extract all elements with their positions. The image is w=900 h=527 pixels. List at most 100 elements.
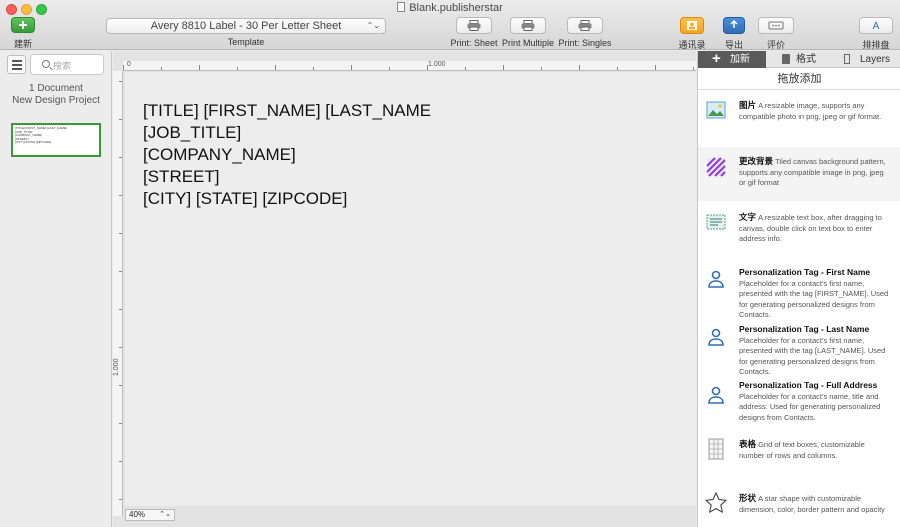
ruler-number: 1.000 [113, 358, 120, 376]
ruler-tick [119, 309, 122, 310]
review-button[interactable]: 评价 [755, 17, 797, 51]
item-title: Personalization Tag - Full Address [739, 380, 878, 390]
tab-add-label: 加新 [730, 54, 750, 65]
ruler-tick [655, 65, 656, 70]
list-item-grid[interactable]: 表格 Grid of text boxes, customizable numb… [698, 433, 900, 481]
ruler-tick [617, 67, 618, 70]
ruler-tick [465, 67, 466, 70]
ruler-tick [541, 67, 542, 70]
person-icon [706, 385, 726, 405]
thumbnail-line: [CITY] [STATE] [ZIPCODE] [15, 140, 52, 144]
window-title: Blank.publisherstar [0, 2, 900, 14]
tab-format-label: 格式 [796, 54, 816, 65]
print-sheet-label: Print: Sheet [450, 38, 498, 48]
list-item-full-address-tag[interactable]: Personalization Tag - Full Address Placeh… [698, 375, 900, 429]
ruler-tick [119, 347, 122, 348]
ruler-tick [119, 81, 122, 82]
fonts-label: 排排盘 [862, 40, 890, 50]
ruler-number: 1.000 [428, 61, 446, 68]
list-item-shape[interactable]: 形状 A star shape with customizable dimens… [698, 485, 900, 527]
item-desc: Grid of text boxes, customizable number … [739, 440, 865, 460]
tab-format[interactable]: 格式 [768, 51, 834, 68]
item-desc: Placeholder for a contact's name, title … [739, 391, 881, 422]
label-page[interactable]: [TITLE] [FIRST_NAME] [LAST_NAME [JOB_TIT… [125, 72, 696, 506]
tab-add[interactable]: + 加新 [698, 50, 766, 68]
document-count-label: 1 Document [29, 83, 83, 94]
item-desc: A star shape with customizable dimension… [739, 494, 885, 514]
ruler-tick [119, 195, 122, 196]
ruler-tick [119, 423, 122, 424]
item-desc: A resizable image, supports any compatib… [739, 101, 882, 121]
ruler-tick [351, 65, 352, 70]
ruler-top: 0 1.000 [123, 61, 696, 71]
ruler-number: 0 [127, 61, 131, 68]
chevron-updown-icon: ⌃⌄ [366, 21, 380, 30]
label-text-box[interactable]: [TITLE] [FIRST_NAME] [LAST_NAME [JOB_TIT… [143, 100, 431, 210]
person-icon [706, 269, 726, 289]
text-box-icon [706, 213, 726, 233]
fonts-button[interactable]: A 排排盘 [856, 17, 896, 51]
document-count: 1 Document New Design Project [0, 83, 112, 107]
ruler-tick [275, 65, 276, 70]
template-select[interactable]: Avery 8810 Label - 30 Per Letter Sheet ⌃… [106, 18, 386, 34]
list-item-last-name-tag[interactable]: Personalization Tag - Last Name Placehold… [698, 317, 900, 376]
list-item-image[interactable]: 图片 A resizable image, supports any compa… [698, 93, 900, 145]
printer-icon [567, 17, 603, 34]
item-title: 文字 [739, 212, 757, 222]
canvas-area[interactable]: 0 1.000 1.000 [TITLE] [FIRST_NAME] [LAST… [113, 51, 696, 527]
printer-icon [510, 17, 546, 34]
person-icon [706, 327, 726, 347]
plus-icon [11, 17, 35, 33]
sidebar: 搜索 1 Document New Design Project [TITLE]… [0, 51, 112, 527]
contacts-button[interactable]: 通讯录 [672, 17, 712, 51]
label-line-company: [COMPANY_NAME] [143, 145, 296, 164]
project-name: New Design Project [12, 95, 100, 106]
item-title: 形状 [739, 493, 757, 503]
print-multiple-button[interactable]: Print Multiple [500, 17, 556, 48]
search-placeholder: 搜索 [53, 61, 72, 71]
zoom-select[interactable]: 40% ⌃⌄ [125, 509, 175, 521]
document-icon [397, 2, 406, 12]
search-icon [42, 60, 50, 68]
search-input[interactable]: 搜索 [30, 54, 104, 75]
ruler-tick [389, 67, 390, 70]
ruler-tick [199, 65, 200, 70]
item-title: 更改背景 [739, 156, 774, 166]
chevron-updown-icon: ⌃⌄ [159, 511, 171, 518]
review-icon [758, 17, 794, 34]
menu-icon[interactable] [7, 55, 26, 74]
list-item-text[interactable]: 文字 A resizable text box, after dragging … [698, 203, 900, 257]
contacts-icon [680, 17, 704, 34]
zoom-value: 40% [129, 510, 146, 519]
ruler-tick [119, 233, 122, 234]
ruler-tick [693, 67, 694, 70]
font-icon: A [859, 17, 893, 34]
panel-tabs: + 加新 格式 Layers [698, 50, 900, 68]
contacts-label: 通讯录 [678, 40, 706, 50]
template-label: Template [227, 37, 265, 47]
item-desc: Placeholder for a contact's first name, … [739, 278, 889, 320]
layers-icon [844, 54, 850, 64]
list-item-pattern[interactable]: 更改背景 Tiled canvas background pattern, su… [698, 147, 900, 201]
ruler-tick [237, 67, 238, 70]
item-title: Personalization Tag - First Name [739, 267, 871, 277]
print-sheet-button[interactable]: Print: Sheet [448, 17, 500, 48]
svg-text:A: A [873, 21, 880, 31]
label-line-name: [TITLE] [FIRST_NAME] [LAST_NAME [143, 101, 432, 120]
export-button[interactable]: 导出 [716, 17, 752, 51]
label-line-street: [STREET] [143, 167, 220, 186]
format-icon [782, 54, 790, 64]
item-desc: Placeholder for a contact's first name, … [739, 335, 886, 377]
ruler-tick [427, 65, 428, 70]
grid-icon [706, 438, 726, 460]
list-item-first-name-tag[interactable]: Personalization Tag - First Name Placehol… [698, 259, 900, 319]
image-icon [706, 101, 726, 121]
print-singles-label: Print: Singles [558, 38, 612, 48]
new-button[interactable]: 建新 [6, 17, 40, 50]
label-line-city: [CITY] [STATE] [ZIPCODE] [143, 189, 348, 208]
ruler-tick [579, 65, 580, 70]
print-singles-button[interactable]: Print: Singles [557, 17, 613, 48]
page-thumbnail[interactable]: [TITLE] [FIRST_NAME] [LAST_NAME] [JOB_TI… [11, 123, 101, 157]
item-desc: A resizable text box, after dragging to … [739, 213, 882, 243]
tab-layers[interactable]: Layers [836, 51, 900, 68]
